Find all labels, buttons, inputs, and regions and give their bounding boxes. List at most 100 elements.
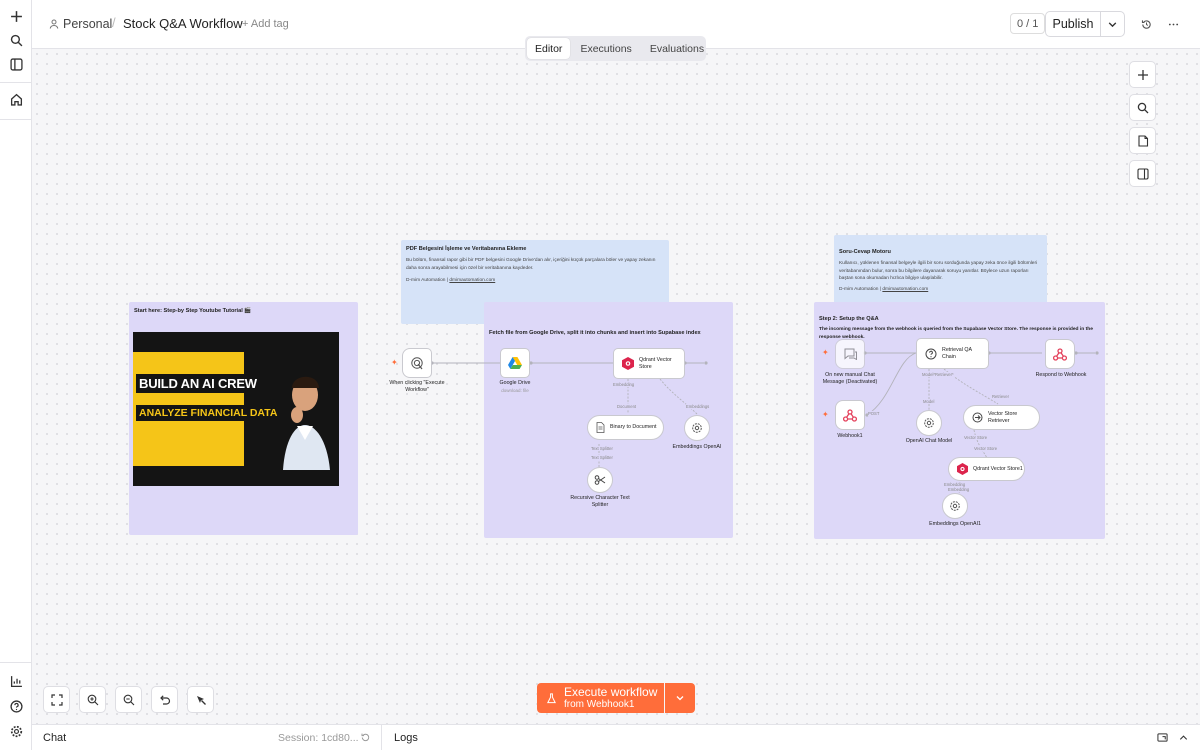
google-drive-node[interactable] xyxy=(500,348,530,378)
qdrant-vector-store1-node[interactable]: Qdrant Vector Store1 xyxy=(948,457,1025,481)
zoom-in-icon xyxy=(87,694,98,705)
popout-icon[interactable] xyxy=(1157,732,1169,744)
document-edge-label: Document xyxy=(617,404,637,409)
text-splitter-label: Recursive Character Text Splitter xyxy=(570,495,630,508)
trigger-bolt-icon: ✦ xyxy=(391,358,398,367)
workspace-label: Personal xyxy=(63,17,113,31)
qdrant1-label: Qdrant Vector Store1 xyxy=(973,465,1023,472)
breadcrumb-workspace[interactable]: Personal xyxy=(49,17,112,31)
vector-store-edge-label: Vector Store xyxy=(964,435,988,440)
chevron-down-exec-icon xyxy=(676,696,684,701)
openai-embeddings1-icon xyxy=(950,501,960,511)
qdrant-vector-store-node[interactable]: Qdrant Vector Store xyxy=(613,348,685,379)
logs-panel-tab[interactable]: Logs xyxy=(394,732,418,744)
help-icon[interactable] xyxy=(6,696,26,716)
binary-to-document-node[interactable]: Binary to Document xyxy=(587,415,664,440)
chat-trigger-label: On new manual Chat Message (Deactivated) xyxy=(822,372,878,385)
openai-chat-model-node[interactable] xyxy=(916,410,942,436)
side-panel-icon xyxy=(1136,167,1149,180)
respond-to-webhook-label: Respond to Webhook xyxy=(1035,372,1087,378)
qdrant1-icon xyxy=(957,463,968,475)
add-sticky-button[interactable] xyxy=(1129,127,1156,154)
magic-wand-icon xyxy=(196,695,206,705)
execute-workflow-button[interactable]: Execute workflow from Webhook1 xyxy=(537,683,664,713)
add-node-button[interactable] xyxy=(1129,61,1156,88)
tidy-up-button[interactable] xyxy=(187,686,214,713)
search-nodes-button[interactable] xyxy=(1129,94,1156,121)
openai-icon xyxy=(692,423,702,433)
binary-to-document-label: Binary to Document xyxy=(610,424,657,431)
insights-icon[interactable] xyxy=(6,671,26,691)
workflow-title[interactable]: Stock Q&A Workflow xyxy=(123,16,243,31)
publish-button[interactable]: Publish xyxy=(1045,11,1101,37)
retriever-icon xyxy=(972,412,983,423)
embeddings-openai-node[interactable] xyxy=(684,415,710,441)
retriever-edge-label: Retriever xyxy=(992,394,1009,399)
google-drive-icon xyxy=(508,357,522,369)
undo-button[interactable] xyxy=(151,686,178,713)
add-icon[interactable] xyxy=(6,6,26,26)
more-options-icon[interactable] xyxy=(1164,15,1182,33)
session-id: Session: 1cd80... xyxy=(278,732,359,744)
history-icon[interactable] xyxy=(1137,15,1155,33)
retrieval-qa-chain-node[interactable]: Retrieval QA Chain xyxy=(916,338,989,369)
google-drive-label: Google Drive xyxy=(499,380,531,386)
workflow-canvas[interactable]: Start here: Step-by Step Youtube Tutoria… xyxy=(32,49,1200,724)
scissors-icon xyxy=(594,475,606,485)
add-tag-button[interactable]: + Add tag xyxy=(242,18,289,30)
canvas-search-icon xyxy=(1137,102,1148,113)
tab-evaluations[interactable]: Evaluations xyxy=(642,38,712,59)
google-drive-sublabel: download: file xyxy=(501,388,529,393)
fit-view-icon xyxy=(50,693,63,706)
chat-icon xyxy=(844,348,857,360)
qdrant-icon xyxy=(622,357,634,370)
settings-icon[interactable] xyxy=(6,721,26,741)
zoom-out-button[interactable] xyxy=(115,686,142,713)
execute-workflow-source: from Webhook1 xyxy=(564,699,635,710)
chevron-down-icon xyxy=(1108,21,1117,27)
webhook1-node[interactable] xyxy=(835,400,865,430)
panel-toggle-icon[interactable] xyxy=(6,54,26,74)
reset-session-icon[interactable] xyxy=(360,732,372,744)
openai-chat-icon xyxy=(924,418,934,428)
execute-workflow-label: Execute workflow xyxy=(564,685,658,699)
post-edge-label: POST xyxy=(868,411,880,416)
toggle-panel-button[interactable] xyxy=(1129,160,1156,187)
model-retriever-edge-label: Model*Retriever* xyxy=(922,372,954,377)
openai-chat-model-label: OpenAI Chat Model xyxy=(905,438,953,444)
execute-trigger-dropdown[interactable] xyxy=(665,683,695,713)
embedding2-edge-label-2: Embedding xyxy=(948,487,970,492)
webhook1-label: Webhook1 xyxy=(837,433,863,439)
tab-executions[interactable]: Executions xyxy=(572,38,639,59)
embeddings-openai1-node[interactable] xyxy=(942,493,968,519)
text-splitter-node[interactable] xyxy=(587,467,613,493)
retrieval-qa-label: Retrieval QA Chain xyxy=(942,346,972,360)
document-icon xyxy=(596,422,605,433)
pointer-click-icon xyxy=(411,357,423,370)
text-splitter-edge-label: Text Splitter xyxy=(591,446,613,451)
embeddings-openai-label: Embeddings OpenAI xyxy=(672,444,722,450)
webhook-respond-icon xyxy=(1053,347,1067,361)
zoom-in-button[interactable] xyxy=(79,686,106,713)
active-counter: 0 / 1 xyxy=(1010,13,1046,34)
bottom-panel-bar: Chat Session: 1cd80... Logs xyxy=(32,724,1200,750)
flask-icon xyxy=(547,692,556,703)
manual-trigger-node[interactable] xyxy=(402,348,432,378)
tab-editor[interactable]: Editor xyxy=(527,38,571,59)
home-icon[interactable] xyxy=(6,89,26,109)
plus-icon xyxy=(1137,69,1148,80)
manual-trigger-label: When clicking "Execute Workflow" xyxy=(389,380,445,393)
chat-panel-tab[interactable]: Chat xyxy=(43,732,66,744)
fit-view-button[interactable] xyxy=(43,686,70,713)
respond-to-webhook-node[interactable] xyxy=(1045,339,1075,369)
webhook-icon xyxy=(843,408,857,422)
chat-trigger-node[interactable] xyxy=(835,339,865,369)
publish-dropdown-button[interactable] xyxy=(1100,11,1125,37)
vector-store-edge-label-2: Vector Store xyxy=(974,446,998,451)
embeddings-openai1-label: Embeddings OpenAI1 xyxy=(929,521,981,527)
view-tabs: Editor Executions Evaluations xyxy=(525,36,706,61)
embeddings-edge-label: Embeddings xyxy=(686,404,710,409)
vector-store-retriever-node[interactable]: Vector Store Retriever xyxy=(963,405,1040,430)
chevron-up-icon[interactable] xyxy=(1178,732,1190,744)
search-icon[interactable] xyxy=(6,30,26,50)
